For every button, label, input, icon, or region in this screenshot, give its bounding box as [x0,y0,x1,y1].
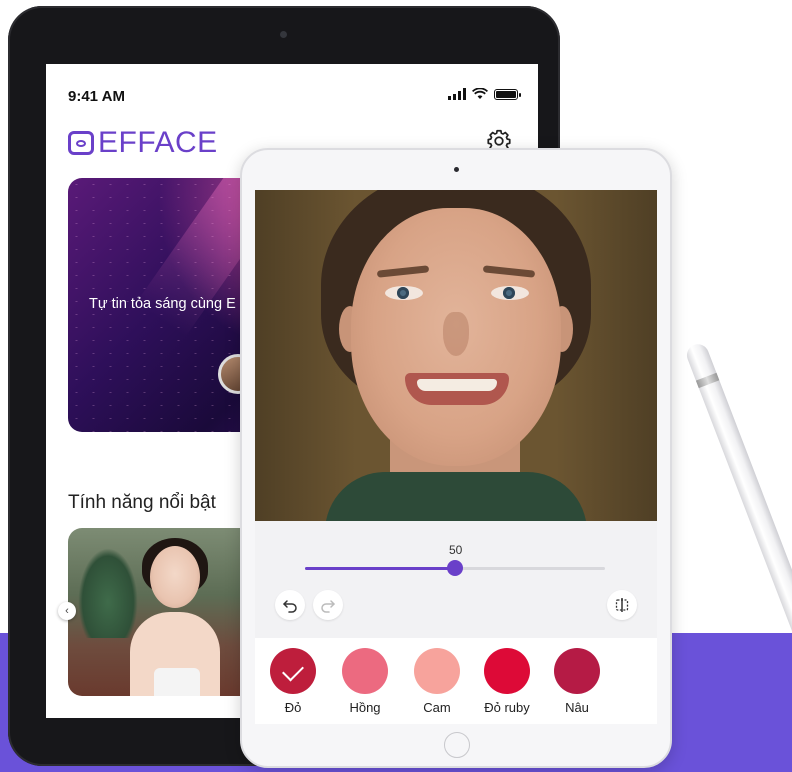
color-swatch[interactable]: Nâu [547,648,607,715]
swatch-dot[interactable] [270,648,316,694]
compare-button[interactable] [607,590,637,620]
status-icons [448,88,521,100]
chevron-left-icon[interactable]: ‹ [58,602,76,620]
color-swatch[interactable]: Đỏ [263,648,323,715]
banner-text: Tự tin tỏa sáng cùng E [89,296,236,312]
front-camera [280,31,287,38]
compare-icon [615,598,629,612]
color-swatch[interactable]: Đỏ ruby [477,648,537,715]
swatch-label: Hồng [349,700,381,715]
redo-icon [321,600,335,613]
front-camera [454,167,459,172]
check-icon [282,659,304,682]
color-swatch[interactable]: Cam [407,648,467,715]
wifi-icon [472,88,488,99]
logo-mark-icon [68,131,94,155]
swatch-label: Cam [423,700,451,715]
pencil-band [695,372,720,389]
swatch-label: Nâu [565,700,589,715]
home-button[interactable] [444,732,470,758]
swatch-dot[interactable] [342,648,388,694]
slider-value: 50 [449,543,463,557]
lip-color-panel: Đỏ Hồng Cam Đỏ ruby Nâu [255,638,657,724]
face-photo [255,190,657,521]
editor-screen: 50 Đỏ Hồng Cam Đỏ ruby Nâu [255,190,657,724]
status-time: 9:41 AM [68,88,125,105]
swatch-dot[interactable] [484,648,530,694]
feature-card[interactable] [68,528,268,696]
swatch-label: Đỏ ruby [484,700,530,715]
tablet-front: 50 Đỏ Hồng Cam Đỏ ruby Nâu [240,148,672,768]
app-name: EFFACE [98,126,218,159]
swatch-dot[interactable] [554,648,600,694]
swatch-dot[interactable] [414,648,460,694]
app-logo: EFFACE [68,126,218,160]
undo-button[interactable] [275,590,305,620]
signal-icon [448,88,466,100]
battery-icon [494,88,521,100]
color-swatch[interactable]: Hồng [335,648,395,715]
section-title: Tính năng nổi bật [68,492,216,513]
slider-fill [305,567,455,570]
swatch-label: Đỏ [284,700,302,715]
undo-icon [283,600,297,613]
slider-thumb[interactable] [447,560,463,576]
intensity-slider[interactable] [305,560,605,576]
redo-button[interactable] [313,590,343,620]
